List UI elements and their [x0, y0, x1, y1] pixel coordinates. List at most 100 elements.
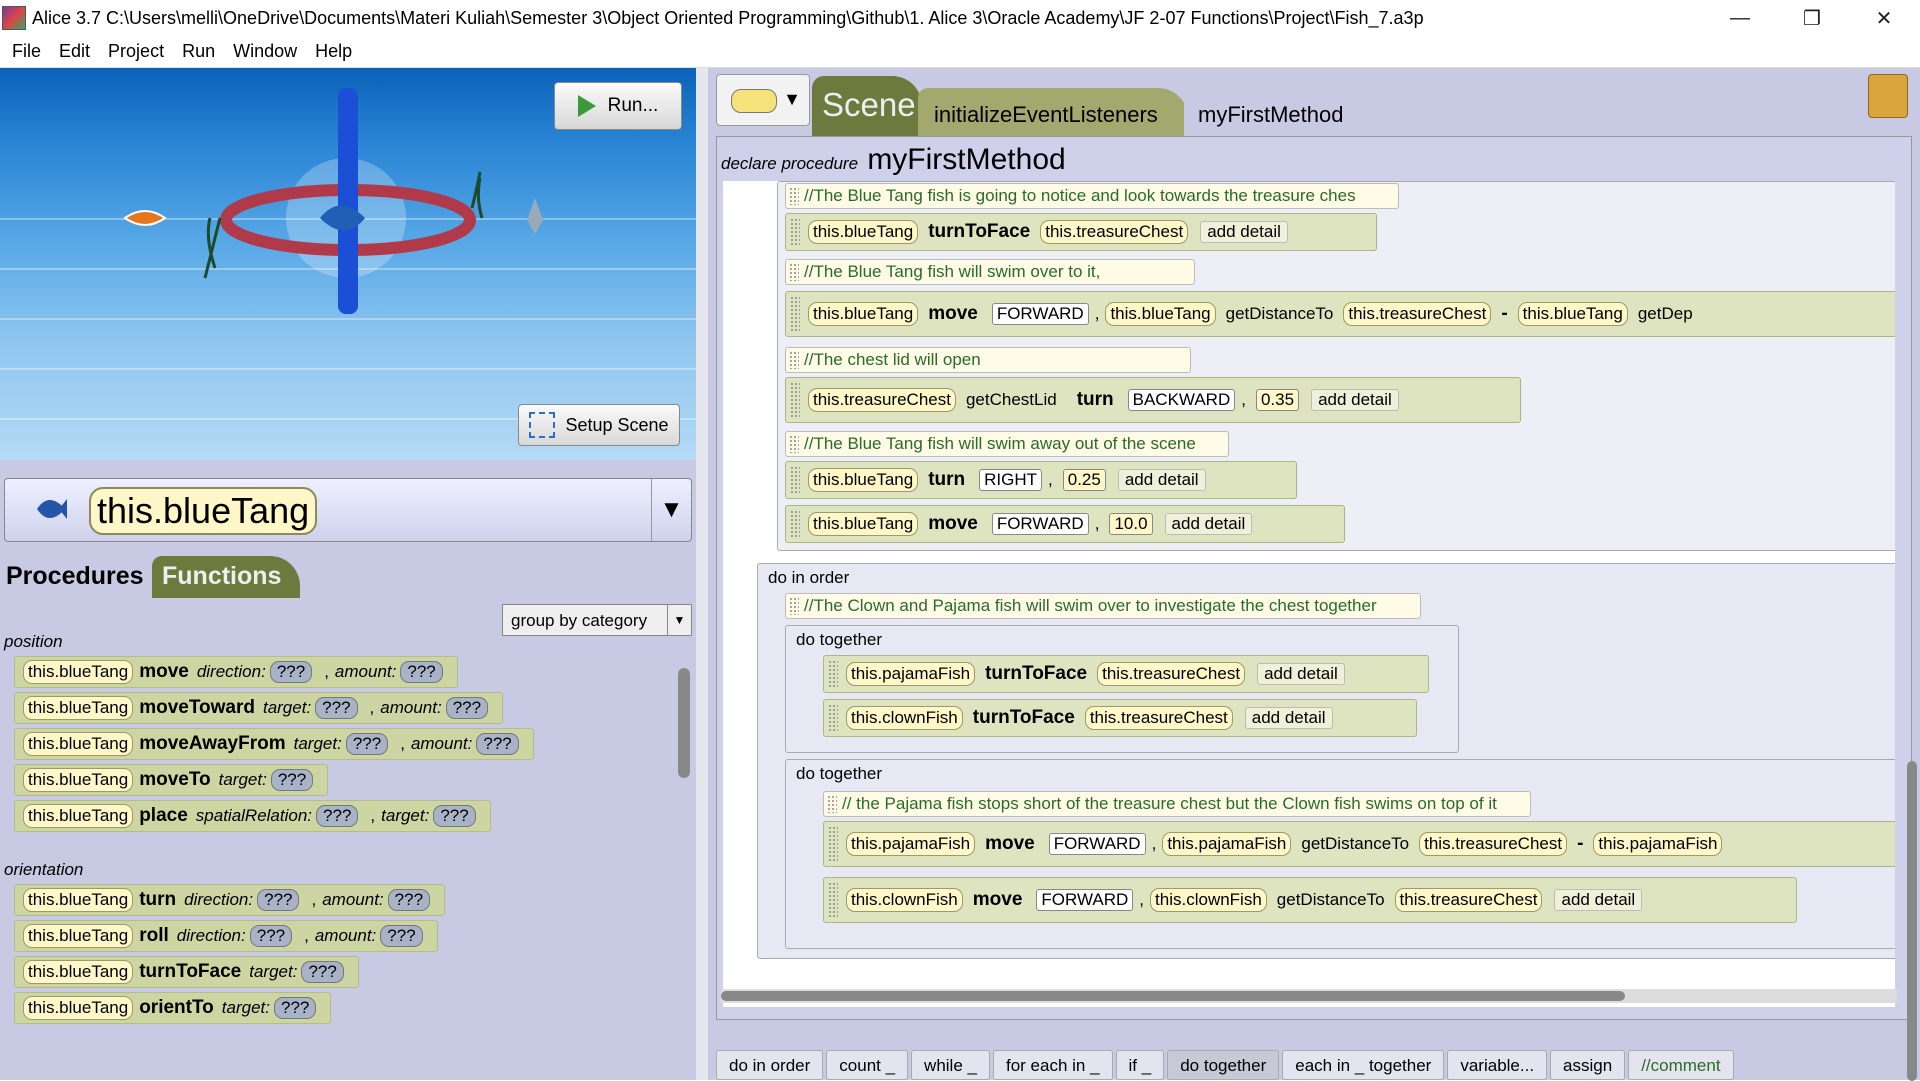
comment-block[interactable]: //The Clown and Pajama fish will swim ov… [785, 593, 1421, 619]
tab-procedures[interactable]: Procedures [0, 554, 150, 598]
comment-block[interactable]: //The Blue Tang fish is going to notice … [785, 183, 1399, 209]
scene-view[interactable]: Run... Setup Scene [0, 68, 696, 460]
amount-value[interactable]: 10.0 [1109, 513, 1153, 535]
tab-functions[interactable]: Functions [152, 556, 300, 598]
ctrl-variable[interactable]: variable... [1447, 1050, 1548, 1080]
object-tile[interactable]: this.treasureChest [1084, 706, 1233, 730]
comment-block[interactable]: //The Blue Tang fish will swim away out … [785, 431, 1229, 457]
tab-initialize-event-listeners[interactable]: initializeEventListeners [918, 88, 1188, 136]
comment-block[interactable]: // the Pajama fish stops short of the tr… [823, 791, 1531, 817]
object-tile[interactable]: this.blueTang [1105, 302, 1216, 326]
ctrl-count[interactable]: count _ [826, 1050, 909, 1080]
statement-pajama-move[interactable]: this.pajamaFish move FORWARD , this.paja… [823, 821, 1895, 867]
ctrl-for-each-in[interactable]: for each in _ [992, 1050, 1113, 1080]
tab-my-first-method[interactable]: myFirstMethod [1184, 88, 1350, 136]
add-detail-button[interactable]: add detail [1554, 889, 1643, 911]
direction-value[interactable]: BACKWARD [1127, 389, 1236, 411]
statement-move-forward[interactable]: this.blueTang move FORWARD , 10.0 add de… [785, 505, 1345, 543]
menu-edit[interactable]: Edit [55, 41, 94, 62]
procedure-move[interactable]: this.blueTang move direction: ??? , amou… [14, 656, 458, 688]
object-tile[interactable]: this.pajamaFish [846, 662, 976, 686]
scrollbar-thumb[interactable] [721, 991, 1625, 1001]
proc-method: moveTo [139, 769, 211, 790]
ctrl-assign[interactable]: assign [1550, 1050, 1626, 1080]
object-tile[interactable]: this.treasureChest [1040, 220, 1189, 244]
statement-pajama-turnToFace[interactable]: this.pajamaFish turnToFace this.treasure… [823, 655, 1429, 693]
procedure-turnToFace[interactable]: this.blueTang turnToFace target: ??? [14, 956, 359, 988]
object-tile[interactable]: this.pajamaFish [846, 832, 976, 856]
menu-file[interactable]: File [8, 41, 45, 62]
vertical-scrollbar[interactable] [1907, 257, 1917, 1081]
amount-value[interactable]: 0.25 [1062, 469, 1106, 491]
add-detail-button[interactable]: add detail [1164, 513, 1253, 535]
object-tile[interactable]: this.treasureChest [1097, 662, 1246, 686]
procedure-moveToward[interactable]: this.blueTang moveToward target: ??? , a… [14, 692, 504, 724]
object-tile[interactable]: this.treasureChest [1419, 832, 1568, 856]
statement-clown-turnToFace[interactable]: this.clownFish turnToFace this.treasureC… [823, 699, 1417, 737]
direction-value[interactable]: FORWARD [991, 513, 1089, 535]
clipboard-icon[interactable] [1868, 74, 1908, 118]
object-tile[interactable]: this.blueTang [808, 512, 919, 536]
proc-method: roll [139, 925, 169, 946]
split-divider[interactable] [696, 68, 708, 1080]
statement-turnToFace[interactable]: this.blueTang turnToFace this.treasureCh… [785, 213, 1377, 251]
ctrl-do-in-order[interactable]: do in order [716, 1050, 824, 1080]
procedure-turn[interactable]: this.blueTang turn direction: ??? , amou… [14, 884, 446, 916]
ctrl-each-in-together[interactable]: each in _ together [1282, 1050, 1445, 1080]
object-tile[interactable]: this.pajamaFish [1593, 832, 1723, 856]
ctrl-if[interactable]: if _ [1115, 1050, 1165, 1080]
object-tile[interactable]: this.treasureChest [1343, 302, 1492, 326]
ctrl-comment[interactable]: //comment [1628, 1050, 1734, 1080]
run-button[interactable]: Run... [554, 82, 682, 130]
object-tile[interactable]: this.pajamaFish [1162, 832, 1292, 856]
palette-scrollbar[interactable] [678, 668, 690, 778]
object-tile[interactable]: this.blueTang [1517, 302, 1628, 326]
amount-value[interactable]: 0.35 [1255, 389, 1300, 411]
add-detail-button[interactable]: add detail [1117, 469, 1206, 491]
minimize-button[interactable]: — [1704, 0, 1776, 36]
menu-help[interactable]: Help [311, 41, 356, 62]
object-dropdown-arrow[interactable]: ▼ [651, 479, 691, 541]
object-selector[interactable]: this.blueTang ▼ [4, 478, 692, 542]
object-tile[interactable]: this.blueTang [808, 220, 919, 244]
procedure-place[interactable]: this.blueTang place spatialRelation: ???… [14, 800, 491, 832]
statement-turn-right[interactable]: this.blueTang turn RIGHT , 0.25 add deta… [785, 461, 1297, 499]
procedure-orientTo[interactable]: this.blueTang orientTo target: ??? [14, 992, 332, 1024]
maximize-button[interactable]: ❐ [1776, 0, 1848, 36]
close-button[interactable]: ✕ [1848, 0, 1920, 36]
comment-block[interactable]: //The chest lid will open [785, 347, 1191, 373]
setup-scene-button[interactable]: Setup Scene [518, 404, 680, 446]
object-tile[interactable]: this.treasureChest [808, 388, 956, 412]
type-selector-button[interactable]: ▼ [716, 74, 810, 126]
add-detail-button[interactable]: add detail [1257, 663, 1345, 685]
object-tile[interactable]: this.clownFish [1150, 888, 1267, 912]
procedure-moveAwayFrom[interactable]: this.blueTang moveAwayFrom target: ??? ,… [14, 728, 534, 760]
group-by-select[interactable]: group by category ▼ [502, 604, 692, 636]
object-tile[interactable]: this.treasureChest [1394, 888, 1543, 912]
horizontal-scrollbar[interactable] [721, 989, 1897, 1003]
statement-clown-move[interactable]: this.clownFish move FORWARD , this.clown… [823, 877, 1797, 923]
object-tile[interactable]: this.clownFish [846, 888, 963, 912]
ctrl-while[interactable]: while _ [911, 1050, 990, 1080]
add-detail-button[interactable]: add detail [1244, 707, 1333, 729]
direction-value[interactable]: FORWARD [991, 303, 1089, 325]
direction-value[interactable]: RIGHT [979, 469, 1043, 491]
scrollbar-thumb[interactable] [1907, 761, 1917, 1081]
menu-window[interactable]: Window [229, 41, 301, 62]
comment-block[interactable]: //The Blue Tang fish will swim over to i… [785, 259, 1195, 285]
add-detail-button[interactable]: add detail [1200, 221, 1288, 243]
object-tile[interactable]: this.blueTang [808, 468, 919, 492]
menu-project[interactable]: Project [104, 41, 168, 62]
procedure-moveTo[interactable]: this.blueTang moveTo target: ??? [14, 764, 329, 796]
direction-value[interactable]: FORWARD [1036, 889, 1134, 911]
direction-value[interactable]: FORWARD [1048, 833, 1146, 855]
statement-move[interactable]: this.blueTang move FORWARD , this.blueTa… [785, 291, 1895, 337]
procedure-roll[interactable]: this.blueTang roll direction: ??? , amou… [14, 920, 438, 952]
object-tile[interactable]: this.clownFish [846, 706, 963, 730]
ctrl-do-together[interactable]: do together [1167, 1050, 1280, 1080]
statement-turn-chest-lid[interactable]: this.treasureChest getChestLid turn BACK… [785, 377, 1521, 423]
object-tile[interactable]: this.blueTang [808, 302, 919, 326]
tab-scene[interactable]: Scene [812, 76, 922, 136]
add-detail-button[interactable]: add detail [1311, 389, 1399, 411]
menu-run[interactable]: Run [178, 41, 219, 62]
